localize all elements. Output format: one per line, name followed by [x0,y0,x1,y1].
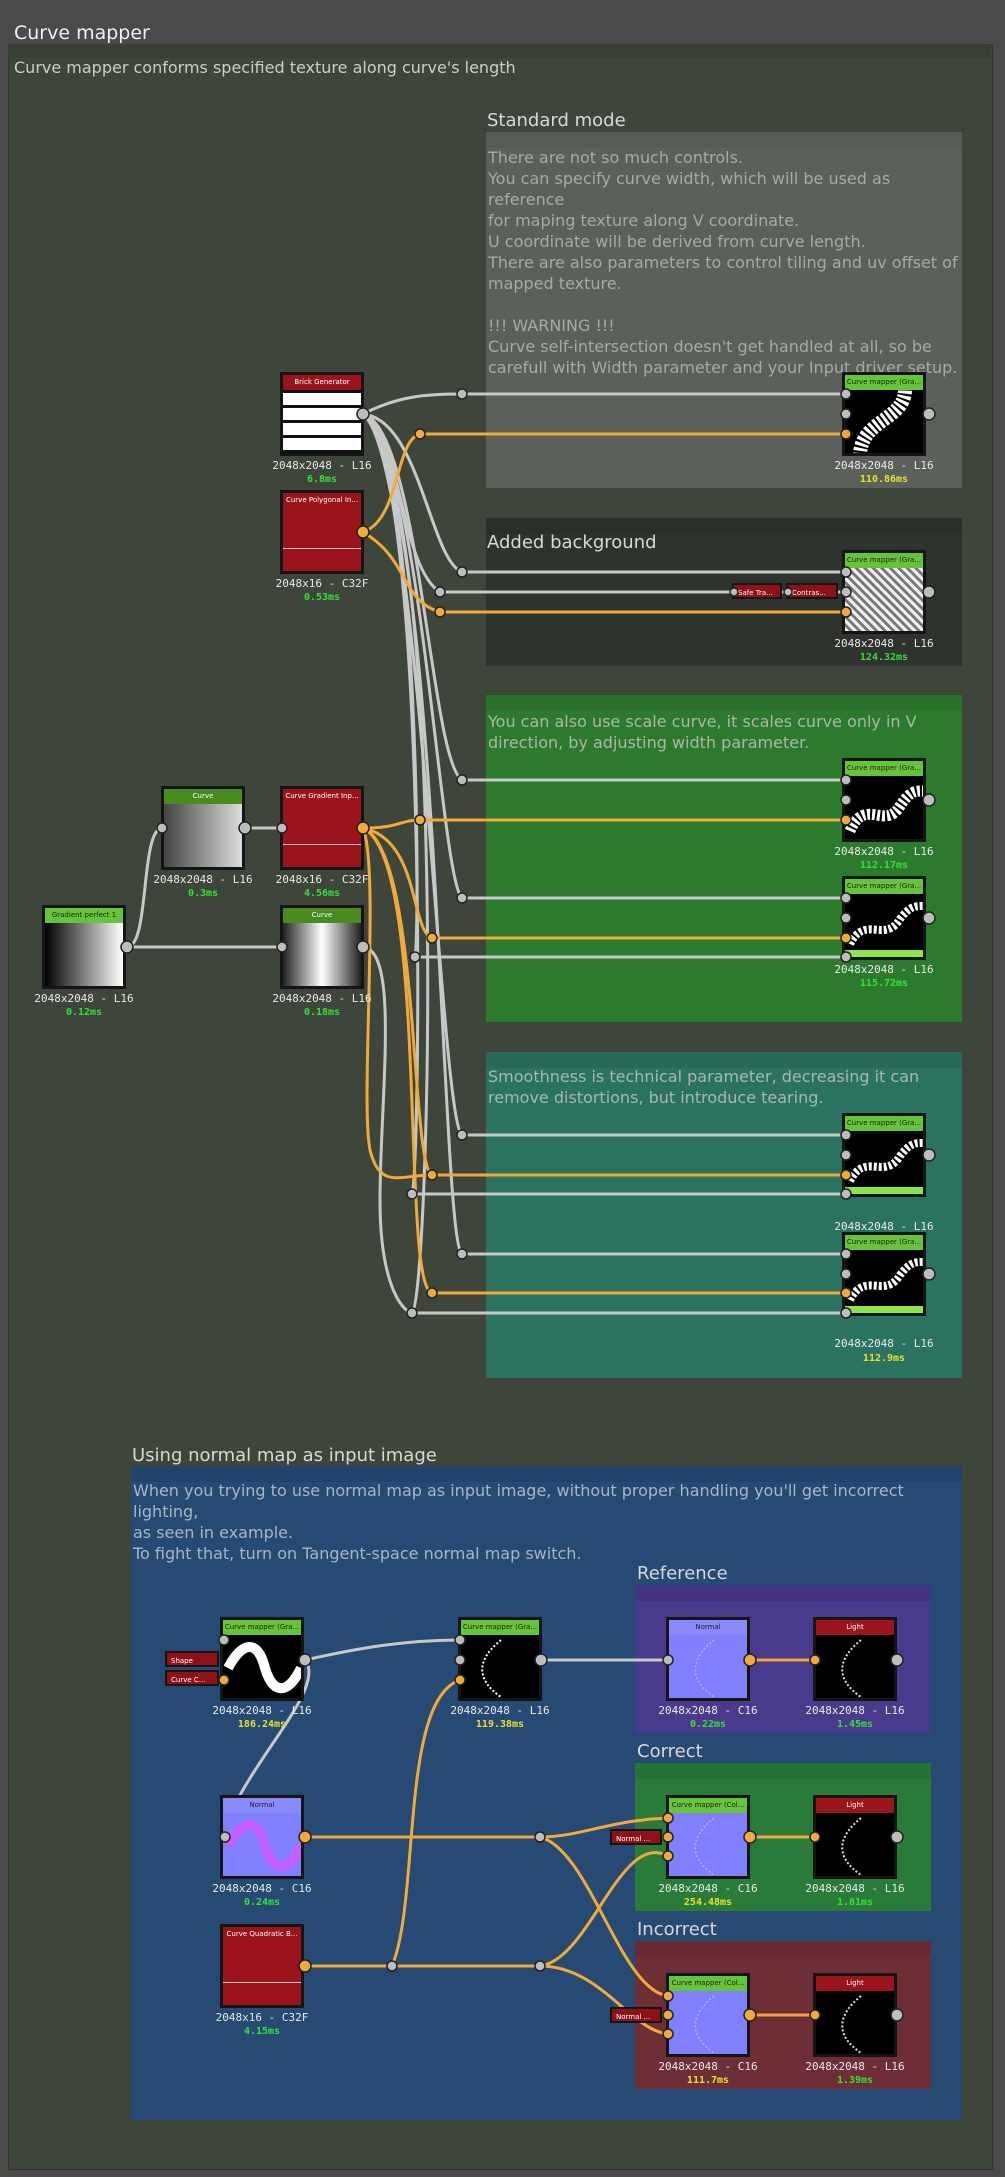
node-ports [120,388,936,2040]
